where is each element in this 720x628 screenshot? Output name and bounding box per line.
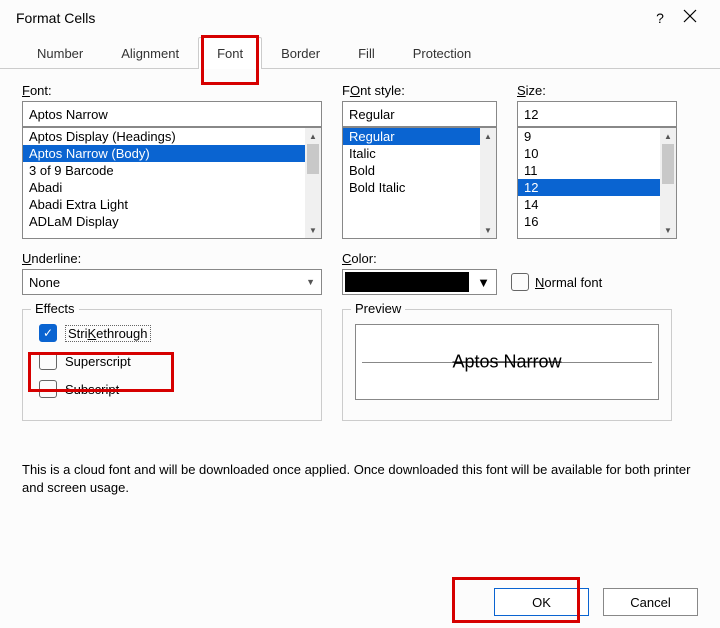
font-style-listbox[interactable]: RegularItalicBoldBold Italic ▲ ▼: [342, 127, 497, 239]
underline-combo[interactable]: None ▼: [22, 269, 322, 295]
help-button[interactable]: ?: [648, 10, 672, 26]
subscript-label: Subscript: [65, 382, 119, 397]
dialog-title: Format Cells: [16, 10, 648, 26]
font-input[interactable]: [22, 101, 322, 127]
color-swatch: [345, 272, 469, 292]
scroll-up-icon[interactable]: ▲: [480, 128, 496, 144]
font-panel: Font: Aptos Display (Headings)Aptos Narr…: [0, 69, 720, 421]
scroll-thumb[interactable]: [662, 144, 674, 184]
list-item[interactable]: 3 of 9 Barcode: [23, 162, 321, 179]
list-item[interactable]: 16: [518, 213, 676, 230]
tab-border[interactable]: Border: [262, 37, 339, 69]
format-cells-dialog: Format Cells ? NumberAlignmentFontBorder…: [0, 0, 720, 628]
font-label: Font:: [22, 83, 322, 98]
cancel-button[interactable]: Cancel: [603, 588, 698, 616]
list-item[interactable]: ADLaM Display: [23, 213, 321, 230]
color-label: Color:: [342, 251, 497, 266]
font-style-label: FOnt style:: [342, 83, 497, 98]
scroll-up-icon[interactable]: ▲: [305, 128, 321, 144]
scroll-thumb[interactable]: [307, 144, 319, 174]
effects-group: Effects ✓ StriKethrough Superscript Subs…: [22, 309, 322, 421]
effects-legend: Effects: [31, 301, 79, 316]
chevron-down-icon: ▼: [306, 277, 315, 287]
list-item[interactable]: 14: [518, 196, 676, 213]
strikethrough-checkbox[interactable]: ✓: [39, 324, 57, 342]
underline-label: Underline:: [22, 251, 322, 266]
scroll-down-icon[interactable]: ▼: [305, 222, 321, 238]
list-item[interactable]: Italic: [343, 145, 496, 162]
font-scrollbar[interactable]: ▲ ▼: [305, 128, 321, 238]
titlebar: Format Cells ?: [0, 0, 720, 36]
close-icon[interactable]: [672, 9, 708, 27]
style-scrollbar[interactable]: ▲ ▼: [480, 128, 496, 238]
tab-number[interactable]: Number: [18, 37, 102, 69]
list-item[interactable]: Regular: [343, 128, 496, 145]
preview-legend: Preview: [351, 301, 405, 316]
list-item[interactable]: 9: [518, 128, 676, 145]
preview-group: Preview Aptos Narrow: [342, 309, 672, 421]
chevron-down-icon: ▼: [473, 275, 494, 290]
superscript-label: Superscript: [65, 354, 131, 369]
tab-alignment[interactable]: Alignment: [102, 37, 198, 69]
list-item[interactable]: Aptos Narrow (Body): [23, 145, 321, 162]
scroll-down-icon[interactable]: ▼: [660, 222, 676, 238]
list-item[interactable]: 12: [518, 179, 676, 196]
color-combo[interactable]: ▼: [342, 269, 497, 295]
list-item[interactable]: Bold: [343, 162, 496, 179]
list-item[interactable]: Abadi: [23, 179, 321, 196]
superscript-checkbox[interactable]: [39, 352, 57, 370]
preview-pane: Aptos Narrow: [355, 324, 659, 400]
normal-font-checkbox[interactable]: [511, 273, 529, 291]
list-item[interactable]: Aptos Display (Headings): [23, 128, 321, 145]
ok-button[interactable]: OK: [494, 588, 589, 616]
list-item[interactable]: 11: [518, 162, 676, 179]
tab-row: NumberAlignmentFontBorderFillProtection: [0, 36, 720, 69]
scroll-up-icon[interactable]: ▲: [660, 128, 676, 144]
font-style-input[interactable]: [342, 101, 497, 127]
subscript-checkbox[interactable]: [39, 380, 57, 398]
list-item[interactable]: 10: [518, 145, 676, 162]
cloud-font-note: This is a cloud font and will be downloa…: [0, 461, 720, 496]
tab-protection[interactable]: Protection: [394, 37, 491, 69]
tab-fill[interactable]: Fill: [339, 37, 394, 69]
strikethrough-label: StriKethrough: [65, 325, 151, 342]
size-scrollbar[interactable]: ▲ ▼: [660, 128, 676, 238]
size-input[interactable]: [517, 101, 677, 127]
normal-font-label: Normal font: [535, 275, 602, 290]
scroll-down-icon[interactable]: ▼: [480, 222, 496, 238]
tab-font[interactable]: Font: [198, 37, 262, 69]
size-label: Size:: [517, 83, 677, 98]
list-item[interactable]: Bold Italic: [343, 179, 496, 196]
list-item[interactable]: Abadi Extra Light: [23, 196, 321, 213]
underline-value: None: [29, 275, 60, 290]
size-listbox[interactable]: 91011121416 ▲ ▼: [517, 127, 677, 239]
preview-text: Aptos Narrow: [452, 352, 561, 373]
font-listbox[interactable]: Aptos Display (Headings)Aptos Narrow (Bo…: [22, 127, 322, 239]
